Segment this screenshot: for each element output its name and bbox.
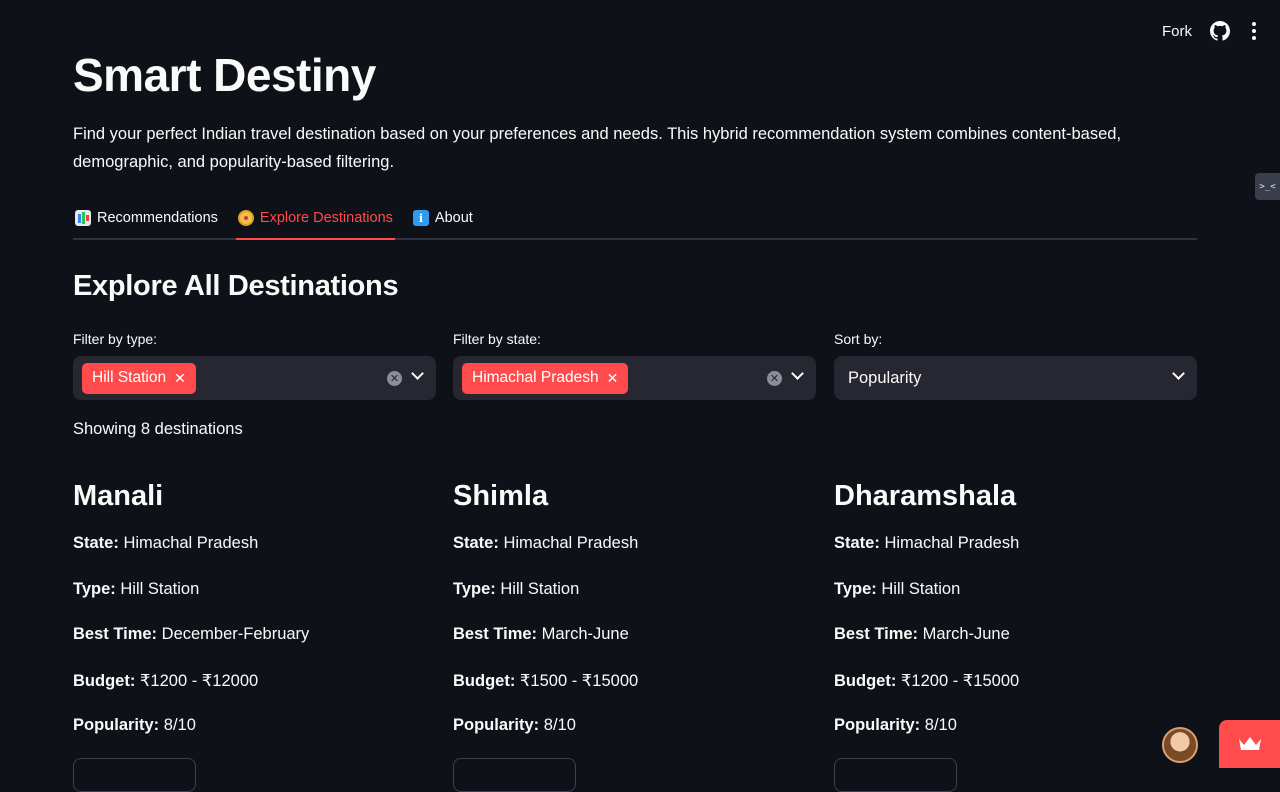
more-vertical-icon[interactable] (1248, 22, 1260, 40)
destination-best-time: Best Time: March-June (453, 625, 629, 643)
filter-type-multiselect[interactable]: Hill Station ✕ ✕ (73, 356, 436, 400)
info-icon: i (412, 210, 429, 226)
sort-by-value: Popularity (848, 368, 922, 387)
sort-by: Sort by: Popularity (834, 328, 1197, 400)
app-toolbar: Fork (1162, 0, 1280, 62)
destination-popularity: Popularity: 8/10 (73, 716, 196, 734)
destination-best-time: Best Time: March-June (834, 625, 1010, 643)
tab-recommendations[interactable]: Recommendations (73, 198, 220, 238)
destination-name: Manali (73, 480, 164, 512)
filter-state-label: Filter by state: (453, 331, 541, 347)
section-title: Explore All Destinations (73, 270, 399, 302)
destination-budget: Budget: ₹1200 - ₹12000 (73, 672, 259, 690)
terminal-chip-icon[interactable]: >_< (1255, 173, 1280, 200)
sort-by-label: Sort by: (834, 331, 883, 347)
destination-budget: Budget: ₹1500 - ₹15000 (453, 672, 639, 690)
destination-name: Dharamshala (834, 480, 1017, 512)
destination-card: Manali State: Himachal Pradesh Type: Hil… (73, 476, 436, 792)
destination-type: Type: Hill Station (453, 580, 580, 598)
chevron-down-icon[interactable] (1172, 367, 1185, 380)
selected-chip: Hill Station ✕ (82, 362, 196, 394)
clear-icon[interactable]: ✕ (387, 370, 402, 386)
destination-budget: Budget: ₹1200 - ₹15000 (834, 672, 1020, 690)
filter-state-multiselect[interactable]: Himachal Pradesh ✕ ✕ (453, 356, 816, 400)
clear-icon[interactable]: ✕ (767, 370, 782, 386)
chip-label: Hill Station (92, 369, 167, 386)
filter-type: Filter by type: Hill Station ✕ ✕ (73, 328, 436, 400)
destination-state: State: Himachal Pradesh (453, 534, 639, 552)
results-count: Showing 8 destinations (73, 420, 243, 438)
tab-label: Explore Destinations (259, 210, 393, 226)
intro-text: Find your perfect Indian travel destinat… (73, 125, 1122, 171)
card-action-button[interactable] (73, 758, 196, 792)
destination-state: State: Himachal Pradesh (73, 534, 259, 552)
bar-chart-icon (75, 210, 91, 226)
sort-by-select[interactable]: Popularity (834, 356, 1197, 400)
page-title: Smart Destiny (73, 49, 376, 101)
user-avatar[interactable] (1162, 727, 1198, 763)
tab-explore-destinations[interactable]: Explore Destinations (235, 198, 395, 240)
remove-chip-icon[interactable]: ✕ (174, 370, 186, 387)
filter-type-label: Filter by type: (73, 331, 158, 347)
destination-best-time: Best Time: December-February (73, 625, 310, 643)
tab-bar: Recommendations Explore Destinations i A… (73, 198, 1197, 240)
chevron-down-icon[interactable] (411, 367, 424, 380)
chip-label: Himachal Pradesh (472, 369, 599, 386)
tab-label: About (434, 210, 473, 226)
tab-about[interactable]: i About (411, 198, 475, 238)
destination-type: Type: Hill Station (73, 580, 200, 598)
filter-state: Filter by state: Himachal Pradesh ✕ ✕ (453, 328, 816, 400)
destination-popularity: Popularity: 8/10 (453, 716, 576, 734)
remove-chip-icon[interactable]: ✕ (607, 370, 619, 387)
compass-icon (237, 210, 254, 226)
tab-label: Recommendations (97, 210, 218, 226)
destination-name: Shimla (453, 480, 549, 512)
chevron-down-icon[interactable] (791, 367, 804, 380)
destination-type: Type: Hill Station (834, 580, 961, 598)
crown-icon[interactable] (1219, 720, 1280, 768)
destination-card: Shimla State: Himachal Pradesh Type: Hil… (453, 476, 816, 792)
card-action-button[interactable] (453, 758, 576, 792)
fork-button[interactable]: Fork (1162, 23, 1192, 40)
destination-popularity: Popularity: 8/10 (834, 716, 957, 734)
card-action-button[interactable] (834, 758, 957, 792)
destination-state: State: Himachal Pradesh (834, 534, 1020, 552)
destination-card: Dharamshala State: Himachal Pradesh Type… (834, 476, 1197, 792)
github-icon[interactable] (1210, 21, 1230, 41)
selected-chip: Himachal Pradesh ✕ (462, 362, 629, 394)
